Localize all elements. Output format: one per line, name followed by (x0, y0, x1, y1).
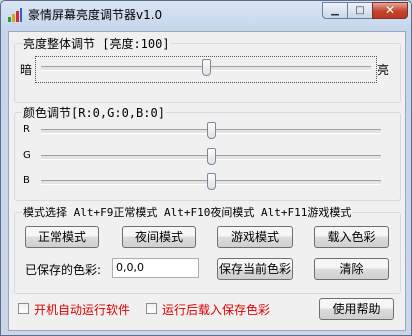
main-window: 豪情屏幕亮度调节器v1.0 ▁ □ ✕ 亮度整体调节 [亮度:100] 暗 亮 … (0, 0, 412, 336)
r-label: R (23, 124, 30, 135)
autostart-label[interactable]: 开机自动运行软件 (34, 301, 130, 318)
b-label: B (23, 175, 30, 186)
maximize-button[interactable]: □ (347, 2, 373, 19)
slider-thumb[interactable] (202, 59, 211, 76)
g-slider[interactable] (41, 148, 381, 166)
night-mode-button[interactable]: 夜间模式 (122, 226, 196, 248)
game-mode-button[interactable]: 游戏模式 (217, 226, 293, 248)
maximize-icon: □ (355, 5, 365, 16)
r-slider[interactable] (41, 122, 381, 140)
load-after-run-checkbox[interactable] (146, 303, 157, 314)
close-button[interactable]: ✕ (372, 2, 408, 19)
title-bar[interactable]: 豪情屏幕亮度调节器v1.0 ▁ □ ✕ (1, 1, 411, 27)
minimize-icon: ▁ (331, 5, 339, 16)
clear-button[interactable]: 清除 (314, 258, 389, 280)
b-slider[interactable] (41, 173, 381, 191)
color-group: 颜色调节[R:0,G:0,B:0] R G B (14, 104, 401, 201)
mode-group: 模式选择 Alt+F9正常模式 Alt+F10夜间模式 Alt+F11游戏模式 … (14, 204, 401, 294)
load-after-run-label[interactable]: 运行后载入保存色彩 (162, 301, 270, 318)
slider-thumb[interactable] (207, 148, 216, 165)
minimize-button[interactable]: ▁ (322, 2, 348, 19)
autostart-checkbox[interactable] (18, 303, 29, 314)
window-title: 豪情屏幕亮度调节器v1.0 (28, 8, 163, 22)
brightness-slider[interactable] (41, 59, 371, 77)
g-label: G (23, 150, 31, 161)
brightness-group: 亮度整体调节 [亮度:100] 暗 亮 (14, 35, 401, 103)
color-legend: 颜色调节[R:0,G:0,B:0] (22, 104, 166, 121)
client-area: 亮度整体调节 [亮度:100] 暗 亮 颜色调节[R:0,G:0,B:0] R … (8, 31, 406, 331)
mode-legend: 模式选择 Alt+F9正常模式 Alt+F10夜间模式 Alt+F11游戏模式 (22, 204, 353, 220)
bright-label: 亮 (377, 63, 390, 77)
help-button[interactable]: 使用帮助 (319, 298, 394, 320)
slider-thumb[interactable] (207, 122, 216, 139)
saved-color-label: 已保存的色彩: (25, 263, 102, 277)
saved-color-field[interactable]: 0,0,0 (112, 258, 199, 278)
save-color-button[interactable]: 保存当前色彩 (217, 258, 293, 280)
brightness-legend: 亮度整体调节 [亮度:100] (22, 35, 171, 52)
dark-label: 暗 (20, 63, 33, 77)
bar-chart-icon (8, 8, 22, 22)
load-color-button[interactable]: 载入色彩 (314, 226, 389, 248)
normal-mode-button[interactable]: 正常模式 (25, 226, 99, 248)
slider-thumb[interactable] (207, 173, 216, 190)
close-icon: ✕ (384, 3, 396, 17)
